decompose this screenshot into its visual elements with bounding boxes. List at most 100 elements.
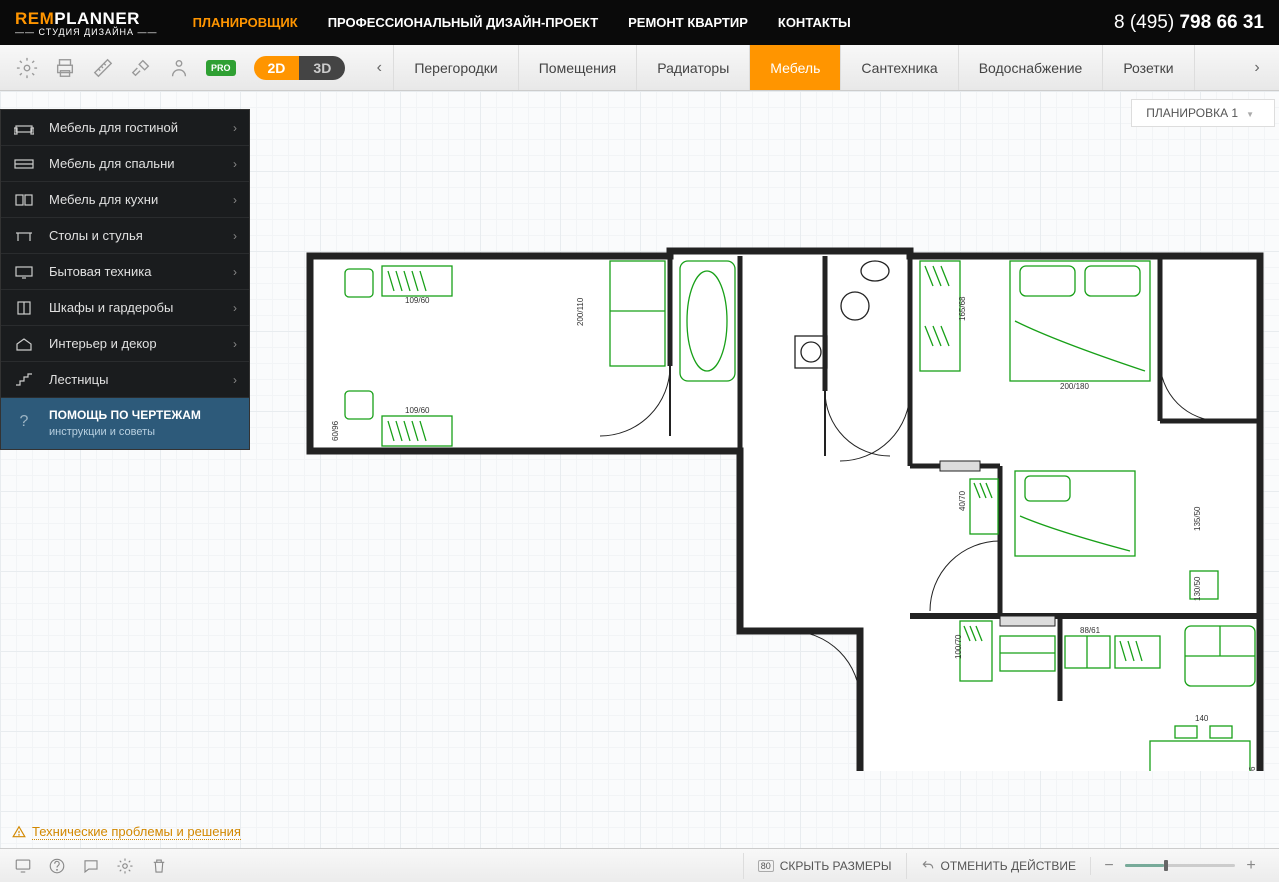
undo-icon — [921, 859, 935, 873]
tab-water[interactable]: Водоснабжение — [958, 45, 1103, 90]
svg-text:100/70: 100/70 — [954, 634, 963, 659]
wardrobe-icon — [13, 301, 35, 315]
tech-issues-link[interactable]: Технические проблемы и решения — [12, 824, 241, 840]
svg-text:140/76: 140/76 — [1248, 766, 1257, 771]
sidebar-item-label: Столы и стулья — [49, 228, 143, 243]
sidebar-item-living[interactable]: Мебель для гостиной › — [1, 110, 249, 146]
view-2d-button[interactable]: 2D — [254, 56, 300, 80]
sidebar-item-label: Мебель для кухни — [49, 192, 158, 207]
sidebar-item-wardrobes[interactable]: Шкафы и гардеробы › — [1, 290, 249, 326]
status-bar: 80 СКРЫТЬ РАЗМЕРЫ ОТМЕНИТЬ ДЕЙСТВИЕ − + — [0, 848, 1279, 882]
chevron-right-icon: › — [233, 121, 237, 135]
floorplan[interactable]: 109/60 109/60 200/110 60/96 200/180 165/… — [300, 161, 1270, 771]
zoom-out-button[interactable]: − — [1101, 857, 1117, 875]
phone-number[interactable]: 8 (495) 798 66 31 — [1114, 12, 1264, 34]
tools-icon[interactable] — [126, 53, 156, 83]
tabs-prev-arrow[interactable]: ‹ — [365, 45, 393, 90]
tab-walls[interactable]: Перегородки — [393, 45, 517, 90]
chat-icon[interactable] — [78, 853, 104, 879]
worker-icon[interactable] — [164, 53, 194, 83]
app-header: REMPLANNER —— СТУДИЯ ДИЗАЙНА —— ПЛАНИРОВ… — [0, 0, 1279, 45]
tab-furniture[interactable]: Мебель — [749, 45, 840, 90]
chevron-right-icon: › — [233, 265, 237, 279]
svg-text:200/180: 200/180 — [1060, 382, 1089, 391]
question-icon: ? — [13, 413, 35, 435]
tab-rooms[interactable]: Помещения — [518, 45, 637, 90]
tab-plumbing[interactable]: Сантехника — [840, 45, 957, 90]
main-nav: ПЛАНИРОВЩИК ПРОФЕССИОНАЛЬНЫЙ ДИЗАЙН-ПРОЕ… — [193, 15, 1114, 30]
display-icon[interactable] — [10, 853, 36, 879]
logo-rem: REM — [15, 9, 54, 28]
settings-icon[interactable] — [12, 53, 42, 83]
help-title: ПОМОЩЬ ПО ЧЕРТЕЖАМ — [49, 408, 201, 422]
sofa-icon — [13, 121, 35, 135]
toolbar: PRO 2D 3D ‹ Перегородки Помещения Радиат… — [0, 45, 1279, 91]
svg-text:40/70: 40/70 — [958, 490, 967, 511]
svg-text:135/50: 135/50 — [1193, 506, 1202, 531]
logo-planner: PLANNER — [54, 9, 140, 28]
sidebar-item-label: Интерьер и декор — [49, 336, 157, 351]
logo-subtitle: —— СТУДИЯ ДИЗАЙНА —— — [15, 27, 158, 37]
view-3d-button[interactable]: 3D — [299, 56, 345, 80]
nav-renovation[interactable]: РЕМОНТ КВАРТИР — [628, 15, 748, 30]
tab-radiators[interactable]: Радиаторы — [636, 45, 749, 90]
svg-text:140: 140 — [1195, 714, 1209, 723]
nav-contacts[interactable]: КОНТАКТЫ — [778, 15, 851, 30]
chevron-right-icon: › — [233, 229, 237, 243]
sidebar-item-bedroom[interactable]: Мебель для спальни › — [1, 146, 249, 182]
svg-text:200/110: 200/110 — [576, 297, 585, 326]
trash-icon[interactable] — [146, 853, 172, 879]
tabs-next-arrow[interactable]: › — [1243, 45, 1271, 90]
zoom-slider[interactable] — [1125, 864, 1235, 867]
sidebar-item-tables[interactable]: Столы и стулья › — [1, 218, 249, 254]
chevron-right-icon: › — [233, 373, 237, 387]
sidebar-item-appliances[interactable]: Бытовая техника › — [1, 254, 249, 290]
view-toggle: 2D 3D — [254, 56, 346, 80]
hide-sizes-button[interactable]: 80 СКРЫТЬ РАЗМЕРЫ — [743, 853, 906, 879]
sidebar-item-label: Лестницы — [49, 372, 108, 387]
warning-icon — [12, 825, 26, 839]
sidebar-item-label: Мебель для спальни — [49, 156, 175, 171]
tab-outlets[interactable]: Розетки — [1102, 45, 1194, 90]
plan-selector[interactable]: ПЛАНИРОВКА 1 — [1131, 99, 1275, 127]
nav-planner[interactable]: ПЛАНИРОВЩИК — [193, 15, 298, 30]
sidebar-item-stairs[interactable]: Лестницы › — [1, 362, 249, 398]
undo-button[interactable]: ОТМЕНИТЬ ДЕЙСТВИЕ — [906, 853, 1090, 879]
svg-text:130/50: 130/50 — [1193, 576, 1202, 601]
tv-icon — [13, 265, 35, 279]
svg-text:109/60: 109/60 — [405, 296, 430, 305]
house-icon — [13, 337, 35, 351]
sidebar-item-label: Шкафы и гардеробы — [49, 300, 173, 315]
chevron-right-icon: › — [233, 193, 237, 207]
table-icon — [13, 229, 35, 243]
sidebar-item-label: Бытовая техника — [49, 264, 151, 279]
hide-sizes-label: СКРЫТЬ РАЗМЕРЫ — [780, 859, 892, 873]
chevron-right-icon: › — [233, 301, 237, 315]
chevron-right-icon: › — [233, 157, 237, 171]
sidebar-item-kitchen[interactable]: Мебель для кухни › — [1, 182, 249, 218]
ruler-icon[interactable] — [88, 53, 118, 83]
workspace-canvas[interactable]: Мебель для гостиной › Мебель для спальни ›… — [0, 91, 1279, 848]
sidebar-item-decor[interactable]: Интерьер и декор › — [1, 326, 249, 362]
logo[interactable]: REMPLANNER —— СТУДИЯ ДИЗАЙНА —— — [15, 9, 158, 37]
svg-text:60/96: 60/96 — [331, 420, 340, 441]
undo-label: ОТМЕНИТЬ ДЕЙСТВИЕ — [941, 859, 1076, 873]
svg-text:165/68: 165/68 — [958, 296, 967, 321]
print-icon[interactable] — [50, 53, 80, 83]
sidebar-item-label: Мебель для гостиной — [49, 120, 178, 135]
size-badge: 80 — [758, 860, 774, 872]
chevron-right-icon: › — [233, 337, 237, 351]
zoom-in-button[interactable]: + — [1243, 857, 1259, 875]
nav-design-project[interactable]: ПРОФЕССИОНАЛЬНЫЙ ДИЗАЙН-ПРОЕКТ — [328, 15, 598, 30]
tabs-nav: ‹ Перегородки Помещения Радиаторы Мебель… — [365, 45, 1271, 90]
help-subtitle: инструкции и советы — [49, 426, 155, 438]
tech-link-label: Технические проблемы и решения — [32, 824, 241, 840]
pro-badge[interactable]: PRO — [206, 60, 236, 76]
zoom-control: − + — [1090, 857, 1269, 875]
sidebar-help[interactable]: ? ПОМОЩЬ ПО ЧЕРТЕЖАМ инструкции и советы — [1, 398, 249, 449]
help-icon[interactable] — [44, 853, 70, 879]
stairs-icon — [13, 373, 35, 387]
furniture-categories-panel: Мебель для гостиной › Мебель для спальни ›… — [0, 109, 250, 450]
bed-icon — [13, 157, 35, 171]
gear-icon[interactable] — [112, 853, 138, 879]
